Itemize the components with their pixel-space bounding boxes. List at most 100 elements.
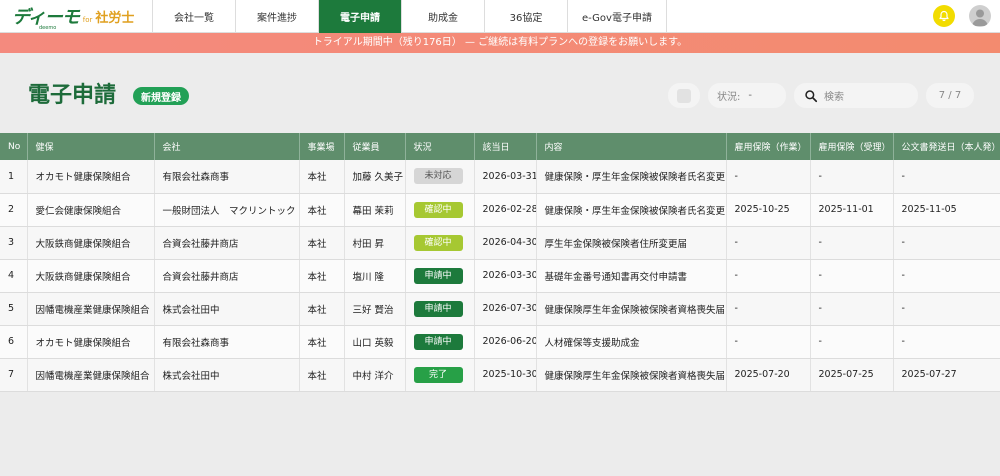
employee-cell: 塩川 隆 (344, 259, 406, 293)
site-cell: 本社 (299, 292, 345, 326)
column-header[interactable]: 雇用保険（作業） (726, 133, 811, 160)
content-cell: 健康保険厚生年金保険被保険者資格喪失届 (536, 292, 727, 326)
ei-accept-cell: - (810, 292, 894, 326)
nav-tab-subsidy[interactable]: 助成金 (401, 0, 484, 33)
status-cell: 確認中 (405, 226, 475, 260)
page-title: 電子申請 (28, 83, 117, 108)
table-row[interactable]: 1 オカモト健康保険組合 有限会社森商事 本社 加藤 久美子 未対応 2026-03-31 健… (0, 160, 1000, 194)
status-cell: 申請中 (405, 259, 475, 293)
ei-work-cell: - (726, 292, 811, 326)
status-badge: 申請中 (413, 267, 463, 284)
sent-date-cell: 2025-11-05 (893, 193, 1000, 227)
ei-work-cell: - (726, 160, 811, 194)
row-number: 5 (0, 292, 28, 326)
ei-work-cell: - (726, 226, 811, 260)
trial-banner: トライアル期間中（残り176日） — ご継続は有料プランへの登録をお願いします。 (0, 33, 1000, 53)
column-header[interactable]: 健保 (27, 133, 155, 160)
company-cell: 株式会社田中 (154, 292, 300, 326)
result-count: 7 / 7 (926, 83, 974, 108)
kenpo-cell: 愛仁会健康保険組合 (27, 193, 155, 227)
company-cell: 有限会社森商事 (154, 325, 300, 359)
nav-tab-progress[interactable]: 案件進捗 (235, 0, 318, 33)
content-cell: 基礎年金番号通知書再交付申請書 (536, 259, 727, 293)
company-cell: 合資会社藤井商店 (154, 226, 300, 260)
search-input[interactable]: 検索 (794, 83, 918, 108)
employee-cell: 三好 賢治 (344, 292, 406, 326)
status-badge: 確認中 (413, 201, 463, 218)
site-cell: 本社 (299, 358, 345, 392)
row-number: 7 (0, 358, 28, 392)
logo-for-text: for (82, 16, 93, 24)
company-cell: 一般財団法人 マクリントック (154, 193, 300, 227)
ei-work-cell: 2025-10-25 (726, 193, 811, 227)
nav-tab-36-agreement[interactable]: 36協定 (484, 0, 567, 33)
content-cell: 人材確保等支援助成金 (536, 325, 727, 359)
status-filter-select[interactable]: 状況: - (708, 83, 786, 108)
status-badge: 未対応 (413, 168, 463, 185)
date-cell: 2026-06-20 (474, 325, 537, 359)
table-row[interactable]: 7 因幡電機産業健康保険組合 株式会社田中 本社 中村 洋介 完了 2025-10-30 健康… (0, 358, 1000, 392)
nav-tab-e-application[interactable]: 電子申請 (318, 0, 401, 33)
column-header[interactable]: 雇用保険（受理） (810, 133, 894, 160)
content-cell: 健康保険・厚生年金保険被保険者氏名変更 (536, 193, 727, 227)
site-cell: 本社 (299, 226, 345, 260)
status-cell: 申請中 (405, 292, 475, 326)
site-cell: 本社 (299, 160, 345, 194)
status-badge: 申請中 (413, 333, 463, 350)
top-bar: ディーモ for 社労士 deemo 会社一覧 案件進捗 電子申請 助成金 36… (0, 0, 1000, 33)
column-header[interactable]: 公文書発送日（本人発） (893, 133, 1000, 160)
status-cell: 未対応 (405, 160, 475, 194)
column-header[interactable]: 該当日 (474, 133, 537, 160)
new-registration-button[interactable]: 新規登録 (133, 87, 189, 105)
company-cell: 株式会社田中 (154, 358, 300, 392)
main-nav: 会社一覧 案件進捗 電子申請 助成金 36協定 e-Gov電子申請 (152, 0, 667, 33)
sent-date-cell: - (893, 226, 1000, 260)
employee-cell: 村田 昇 (344, 226, 406, 260)
column-header[interactable]: 状況 (405, 133, 475, 160)
content-cell: 健康保険・厚生年金保険被保険者氏名変更 (536, 160, 727, 194)
row-number: 2 (0, 193, 28, 227)
table-row[interactable]: 4 大阪鉄商健康保険組合 合資会社藤井商店 本社 塩川 隆申請中 2026-03-30 基礎… (0, 259, 1000, 293)
company-cell: 有限会社森商事 (154, 160, 300, 194)
row-number: 6 (0, 325, 28, 359)
column-header[interactable]: 事業場 (299, 133, 345, 160)
date-cell: 2026-03-31 (474, 160, 537, 194)
column-header[interactable]: 内容 (536, 133, 727, 160)
user-avatar[interactable] (969, 5, 991, 27)
nav-tab-label: 案件進捗 (257, 13, 297, 24)
sent-date-cell: - (893, 325, 1000, 359)
ei-accept-cell: - (810, 160, 894, 194)
column-header[interactable]: No (0, 133, 28, 160)
nav-tab-label: 助成金 (428, 13, 458, 24)
ei-work-cell: - (726, 325, 811, 359)
filter-toggle-button[interactable] (668, 83, 700, 108)
nav-tab-egov[interactable]: e-Gov電子申請 (567, 0, 667, 33)
app-logo[interactable]: ディーモ for 社労士 deemo (12, 6, 134, 32)
kenpo-cell: 因幡電機産業健康保険組合 (27, 358, 155, 392)
ei-work-cell: - (726, 259, 811, 293)
kenpo-cell: 大阪鉄商健康保険組合 (27, 259, 155, 293)
ei-accept-cell: - (810, 259, 894, 293)
table-row[interactable]: 2 愛仁会健康保険組合 一般財団法人 マクリントック 本社 幕田 茉莉 確認中 2026-0… (0, 193, 1000, 227)
ei-work-cell: 2025-07-20 (726, 358, 811, 392)
ei-accept-cell: - (810, 325, 894, 359)
notification-bell-button[interactable] (933, 5, 955, 27)
table-row[interactable]: 6 オカモト健康保険組合 有限会社森商事 本社 山口 英毅 申請中 2026-06-20 人材… (0, 325, 1000, 359)
table-row[interactable]: 3 大阪鉄商健康保険組合 合資会社藤井商店 本社 村田 昇確認中 2026-04-30 厚生… (0, 226, 1000, 260)
nav-tab-companies[interactable]: 会社一覧 (152, 0, 235, 33)
user-icon (972, 9, 988, 26)
nav-tab-label: 電子申請 (340, 13, 380, 24)
logo-tiny-text: deemo (39, 25, 57, 31)
search-placeholder: 検索 (824, 92, 844, 103)
kenpo-cell: オカモト健康保険組合 (27, 325, 155, 359)
column-header[interactable]: 会社 (154, 133, 300, 160)
employee-cell: 中村 洋介 (344, 358, 406, 392)
row-number: 3 (0, 226, 28, 260)
ei-accept-cell: 2025-11-01 (810, 193, 894, 227)
table-row[interactable]: 5 因幡電機産業健康保険組合 株式会社田中 本社 三好 賢治 申請中 2026-07-30 健… (0, 292, 1000, 326)
date-cell: 2026-03-30 (474, 259, 537, 293)
sent-date-cell: 2025-07-27 (893, 358, 1000, 392)
column-header[interactable]: 従業員 (344, 133, 406, 160)
site-cell: 本社 (299, 193, 345, 227)
ei-accept-cell: 2025-07-25 (810, 358, 894, 392)
